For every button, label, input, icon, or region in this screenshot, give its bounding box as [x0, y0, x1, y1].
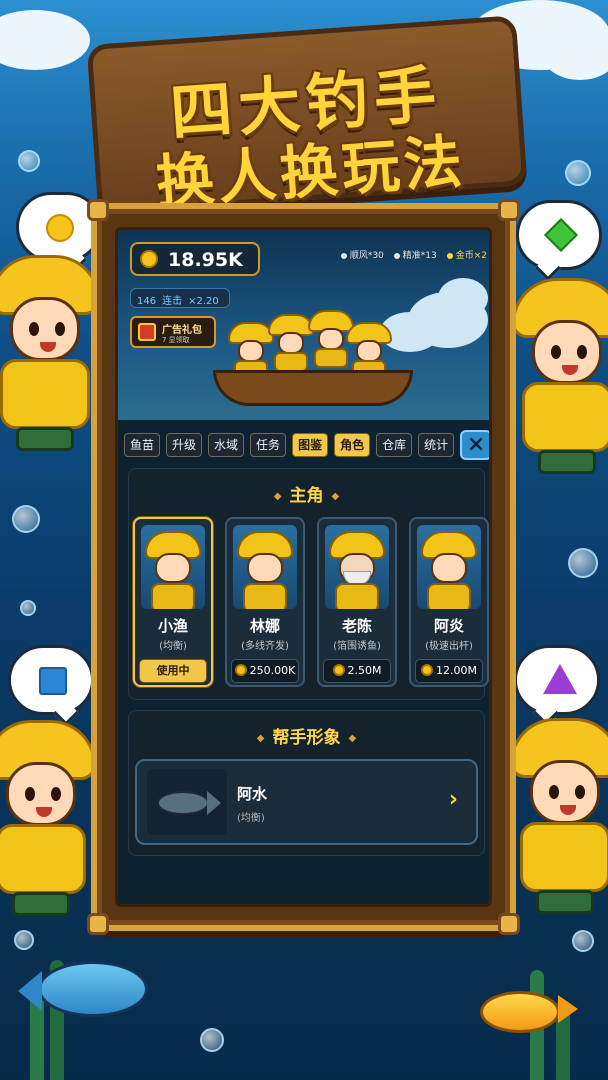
menu-tabs: 鱼苗 升级 水域 任务 图鉴 角色 仓库 统计 × [124, 430, 489, 460]
helper-name: 阿水 [237, 785, 268, 803]
water-bubble [12, 505, 40, 533]
background-cloud [540, 20, 608, 80]
water-bubble [14, 930, 34, 950]
buff-stat: 精准*13 [393, 248, 437, 261]
character-name: 老陈 [341, 617, 372, 635]
character-role: (箔围诱鱼) [333, 641, 381, 652]
buff-stat: 金币×2 [446, 248, 487, 261]
fishing-boat [213, 370, 413, 406]
main-panel: 18.95K 顺风*30 精准*13 金币×2 146 连击 ×2.20 广告礼包 … [87, 199, 520, 935]
buff-stat: 顺风*30 [340, 248, 384, 261]
decorative-fish-blue [18, 955, 158, 1025]
decorative-fish-yellow [470, 985, 578, 1035]
title-banner: 四大钓手 换人换玩法 [86, 15, 528, 217]
tab-upgrade[interactable]: 升级 [166, 433, 203, 457]
water-bubble [565, 160, 591, 186]
buff-stats: 顺风*30 精准*13 金币×2 [340, 248, 487, 261]
combo-count: 146 [137, 296, 157, 307]
coin-icon [140, 250, 158, 268]
character-name: 林娜 [249, 617, 280, 635]
character-portrait [233, 525, 297, 609]
gift-icon [138, 323, 156, 341]
ad-gift-label: 广告礼包 [162, 325, 202, 336]
circle-shape-icon [46, 214, 74, 242]
background-cloud [0, 10, 90, 70]
mascot-bottom-left [0, 720, 96, 920]
chevron-right-icon[interactable]: › [449, 787, 458, 812]
buy-button[interactable]: 2.50M [323, 659, 391, 683]
helper-role: (均衡) [237, 813, 265, 824]
water-bubble [572, 930, 594, 952]
in-use-button[interactable]: 使用中 [139, 659, 207, 683]
coin-icon [234, 664, 247, 676]
combo-label: 连击 [162, 296, 183, 307]
character-card[interactable]: 林娜 (多线齐发) 250.00K [225, 517, 305, 687]
close-icon[interactable]: × [460, 430, 489, 460]
coin-icon [332, 664, 345, 676]
speech-bubble-triangle [514, 645, 600, 726]
character-card[interactable]: 阿炎 (极速出杆) 12.00M [409, 517, 489, 687]
coin-value: 18.95K [168, 249, 243, 271]
character-portrait [417, 525, 481, 609]
mascot-top-right [512, 278, 608, 478]
tab-warehouse[interactable]: 仓库 [376, 433, 413, 457]
mascot-top-left [0, 255, 100, 455]
character-card[interactable]: 小渔 (均衡) 使用中 [133, 517, 213, 687]
character-role: (均衡) [159, 641, 187, 652]
ad-gift-sub: 7 显领取 [162, 336, 190, 344]
tab-stats[interactable]: 统计 [418, 433, 455, 457]
tab-waters[interactable]: 水域 [208, 433, 245, 457]
tab-characters[interactable]: 角色 [334, 433, 371, 457]
mascot-bottom-right [510, 718, 608, 918]
protagonist-heading: ◆ 主角 ◆ [273, 486, 340, 506]
helper-heading: ◆ 帮手形象 ◆ [256, 728, 357, 748]
speech-bubble-diamond [516, 200, 602, 281]
fishing-scene: 18.95K 顺风*30 精准*13 金币×2 146 连击 ×2.20 广告礼包 … [118, 230, 489, 420]
speech-bubble-square [8, 645, 94, 726]
buy-button[interactable]: 250.00K [231, 659, 299, 683]
character-card[interactable]: 老陈 (箔围诱鱼) 2.50M [317, 517, 397, 687]
game-screen: 18.95K 顺风*30 精准*13 金币×2 146 连击 ×2.20 广告礼包 … [115, 227, 492, 907]
square-shape-icon [39, 667, 67, 695]
coin-counter: 18.95K [130, 242, 260, 276]
water-bubble [20, 600, 36, 616]
triangle-shape-icon [543, 664, 577, 694]
buy-button[interactable]: 12.00M [415, 659, 483, 683]
helper-fish-icon [147, 769, 227, 835]
combo-badge: 146 连击 ×2.20 [130, 288, 230, 308]
protagonist-section: ◆主角◆ 小渔 (均衡) 使用中 林娜 (多线齐发) 250.00K 老陈 [128, 468, 489, 700]
scene-cloud [438, 278, 488, 318]
character-name: 阿炎 [433, 617, 464, 635]
ad-gift-button[interactable]: 广告礼包 7 显领取 [130, 316, 216, 348]
character-role: (极速出杆) [425, 641, 473, 652]
character-name: 小渔 [157, 617, 188, 635]
tab-fry[interactable]: 鱼苗 [124, 433, 161, 457]
water-bubble [18, 150, 40, 172]
tab-tasks[interactable]: 任务 [250, 433, 287, 457]
water-bubble [200, 1028, 224, 1052]
helper-select-row[interactable]: 阿水 (均衡) › [135, 759, 478, 845]
water-bubble [568, 548, 598, 578]
diamond-shape-icon [544, 218, 578, 252]
character-portrait [325, 525, 389, 609]
character-portrait [141, 525, 205, 609]
coin-icon [421, 664, 433, 676]
character-role: (多线齐发) [241, 641, 289, 652]
tab-codex[interactable]: 图鉴 [292, 433, 329, 457]
combo-multiplier: ×2.20 [188, 296, 219, 307]
helper-section: ◆ 帮手形象 ◆ 阿水 (均衡) › [128, 710, 485, 856]
